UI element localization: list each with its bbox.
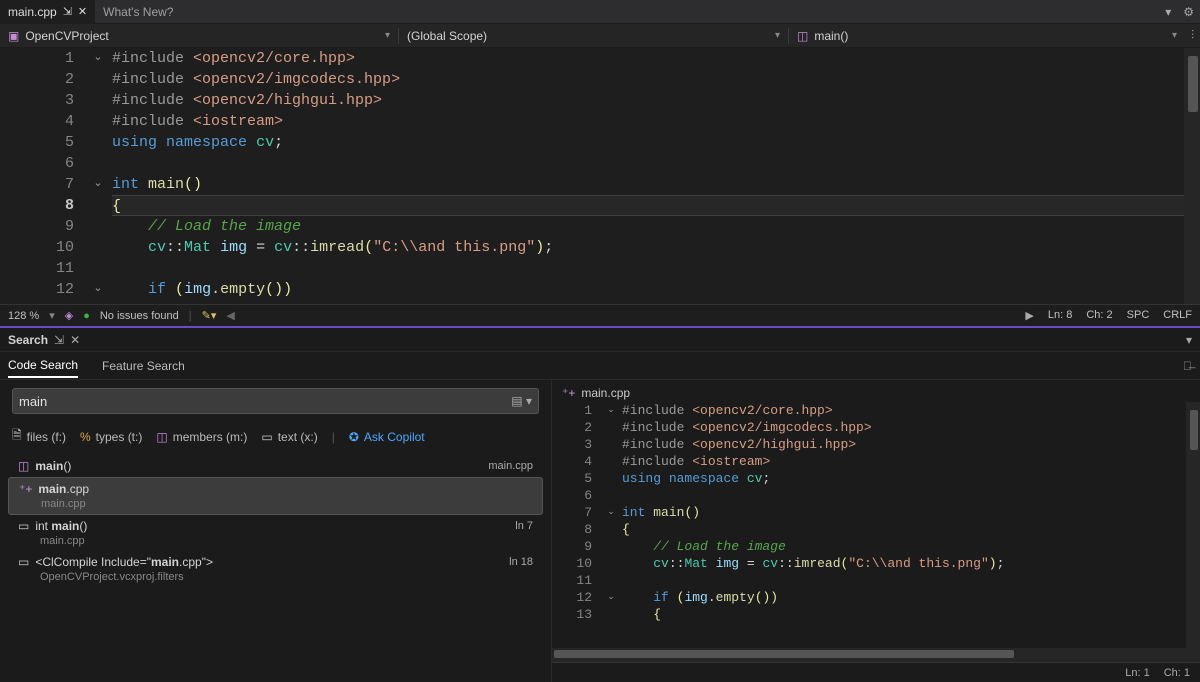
preview-char-indicator: Ch: 1 [1164,667,1190,679]
intellisense-icon[interactable]: ◈ [65,309,73,322]
tab-feature-search[interactable]: Feature Search [102,355,185,377]
pin-icon[interactable]: ⇲ [54,333,64,347]
method-icon: ◫ [797,29,808,43]
char-indicator[interactable]: Ch: 2 [1086,309,1112,322]
member-dropdown[interactable]: ◫ main() ▾ [789,24,1185,48]
types-icon: % [80,430,91,444]
zoom-dropdown-icon[interactable]: ▾ [49,309,55,322]
chevron-down-icon: ▾ [775,30,780,41]
ask-copilot-link[interactable]: ✪Ask Copilot [349,430,425,444]
filter-files[interactable]: 🗎files (f:) [12,426,66,447]
scope-dropdown[interactable]: (Global Scope) ▾ [399,24,788,48]
search-results-list: ◫main()main.cpp⁺+main.cppmain.cpp▭int ma… [0,455,551,682]
search-left-pane: ▤ ▾ 🗎files (f:) %types (t:) ◫members (m:… [0,380,552,682]
document-tab[interactable]: main.cpp ⇲ ✕ [0,0,95,24]
chevron-down-icon: ▾ [1172,30,1177,41]
document-tab[interactable]: What's New? [95,0,181,24]
document-tabs: main.cpp ⇲ ✕ What's New? ▾ ⚙ [0,0,1200,24]
search-panel-header: Search ⇲ ✕ ▾ [0,326,1200,352]
search-filters: 🗎files (f:) %types (t:) ◫members (m:) ▭t… [0,422,551,455]
filter-text[interactable]: ▭text (x:) [261,430,317,444]
project-icon: ▣ [8,29,19,43]
search-input[interactable] [19,394,511,409]
settings-icon[interactable]: ⚙ [1177,5,1200,19]
tab-label: What's New? [103,5,173,19]
search-options-icon[interactable]: ▤ ▾ [511,394,532,408]
zoom-level[interactable]: 128 % [8,310,39,322]
tab-code-search[interactable]: Code Search [8,354,78,378]
hscroll-left-icon[interactable]: ◀ [226,309,234,322]
search-result[interactable]: ▭int main()ln 7main.cpp [8,515,543,551]
preview-scrollbar[interactable] [1186,402,1200,648]
lineending-indicator[interactable]: CRLF [1163,309,1192,322]
indent-indicator[interactable]: SPC [1127,309,1150,322]
search-input-container: ▤ ▾ [12,388,539,414]
pin-icon[interactable]: ⇲ [63,5,72,18]
project-name: OpenCVProject [25,29,108,43]
code-editor[interactable]: 123456789101112 ⌄⌄⌄ #include <opencv2/co… [0,48,1200,304]
search-mode-tabs: Code Search Feature Search 👁̶ [0,352,1200,380]
text-icon: ▭ [261,430,272,444]
scope-label: (Global Scope) [407,29,487,43]
search-result[interactable]: ⁺+main.cppmain.cpp [8,477,543,515]
cpp-file-icon: ⁺+ [562,386,575,400]
preview-status-bar: Ln: 1 Ch: 1 [552,662,1200,682]
search-title: Search [8,333,48,347]
filter-members[interactable]: ◫members (m:) [156,430,247,444]
preview-hscroll[interactable] [552,648,1200,662]
navigation-bar: ▣ OpenCVProject ▾ (Global Scope) ▾ ◫ mai… [0,24,1200,48]
members-icon: ◫ [156,430,167,444]
preview-editor[interactable]: 12345678910111213 ⌄⌄⌄ #include <opencv2/… [552,402,1200,648]
filter-types[interactable]: %types (t:) [80,430,142,444]
window-dropdown-icon[interactable]: ▾ [1159,5,1177,19]
preview-filename: main.cpp [581,386,630,400]
file-icon: 🗎 [12,426,22,447]
line-indicator[interactable]: Ln: 8 [1048,309,1072,322]
preview-line-indicator: Ln: 1 [1125,667,1149,679]
split-icon[interactable]: ⫶ [1185,28,1200,43]
search-result[interactable]: ◫main()main.cpp [8,455,543,477]
issues-label[interactable]: No issues found [100,310,179,322]
eye-off-icon[interactable]: 👁̶ [1183,359,1192,373]
copilot-icon: ✪ [349,430,359,444]
project-dropdown[interactable]: ▣ OpenCVProject ▾ [0,24,398,48]
chevron-down-icon: ▾ [385,30,390,41]
editor-status-bar: 128 % ▾ ◈ ● No issues found | ✎▾ ◀ ▶ Ln:… [0,304,1200,326]
panel-dropdown-icon[interactable]: ▾ [1186,333,1192,347]
play-icon[interactable]: ▶ [1025,309,1033,322]
search-result[interactable]: ▭<ClCompile Include="main.cpp">ln 18Open… [8,551,543,587]
tab-label: main.cpp [8,5,57,19]
search-preview-pane: ⁺+ main.cpp 12345678910111213 ⌄⌄⌄ #inclu… [552,380,1200,682]
close-icon[interactable]: ✕ [70,333,80,347]
status-ok-icon: ● [83,310,90,322]
close-icon[interactable]: ✕ [78,5,87,18]
vertical-scrollbar[interactable] [1184,48,1200,304]
member-label: main() [814,29,848,43]
pen-icon[interactable]: ✎▾ [202,309,217,322]
